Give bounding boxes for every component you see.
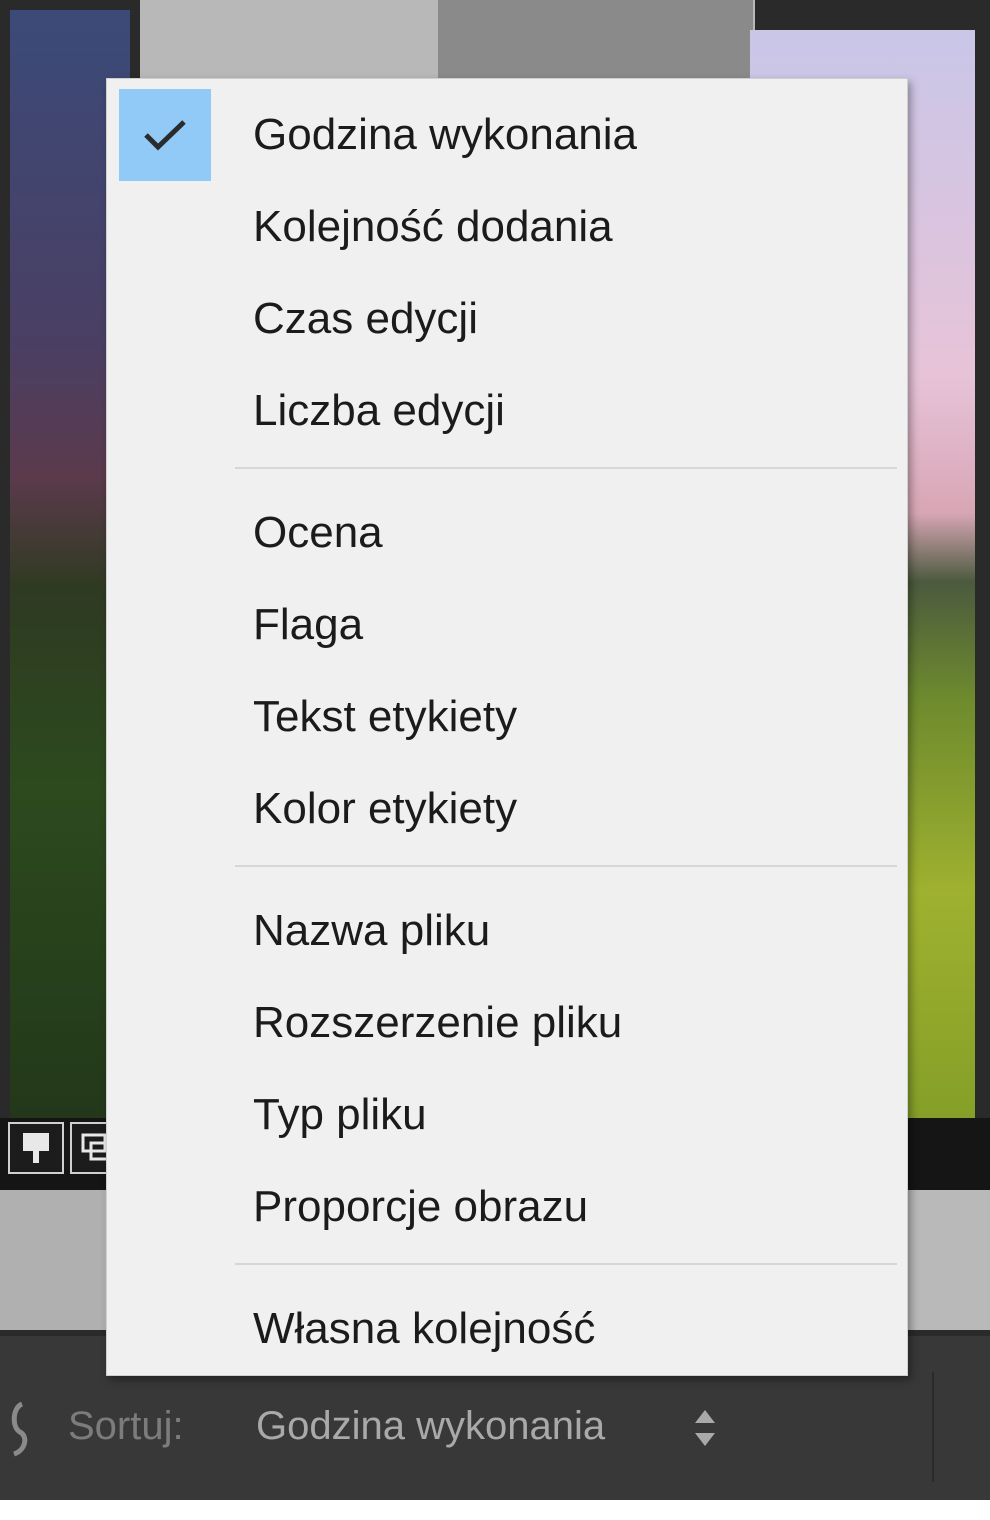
menu-item[interactable]: Nazwa pliku	[107, 885, 907, 977]
menu-item-label: Liczba edycji	[253, 386, 505, 435]
photo-thumbnail-top-dark[interactable]	[438, 0, 753, 78]
menu-item-label: Rozszerzenie pliku	[253, 998, 623, 1047]
menu-item-label: Nazwa pliku	[253, 906, 491, 955]
up-down-arrows-icon[interactable]	[690, 1406, 720, 1450]
menu-item-label: Własna kolejność	[253, 1304, 596, 1353]
menu-item-label: Tekst etykiety	[253, 692, 518, 741]
filmstrip-left-cell	[0, 1190, 105, 1330]
menu-separator	[235, 467, 897, 469]
menu-separator	[235, 865, 897, 867]
menu-item[interactable]: Ocena	[107, 487, 907, 579]
menu-item[interactable]: Czas edycji	[107, 273, 907, 365]
sort-direction-icon[interactable]	[4, 1398, 34, 1458]
menu-item[interactable]: Liczba edycji	[107, 365, 907, 457]
menu-separator	[235, 1263, 897, 1265]
menu-item[interactable]: Flaga	[107, 579, 907, 671]
menu-item[interactable]: Typ pliku	[107, 1069, 907, 1161]
menu-item[interactable]: Kolejność dodania	[107, 181, 907, 273]
menu-item-label: Ocena	[253, 508, 383, 557]
toolbar-divider	[932, 1372, 934, 1482]
menu-item-label: Proporcje obrazu	[253, 1182, 589, 1231]
menu-item[interactable]: Kolor etykiety	[107, 763, 907, 855]
menu-item-label: Typ pliku	[253, 1090, 427, 1139]
menu-item-label: Flaga	[253, 600, 364, 649]
sort-label: Sortuj:	[68, 1404, 184, 1448]
menu-item[interactable]: Własna kolejność	[107, 1283, 907, 1375]
menu-item[interactable]: Proporcje obrazu	[107, 1161, 907, 1253]
check-icon	[119, 89, 211, 181]
menu-item-label: Czas edycji	[253, 294, 478, 343]
sort-dropdown[interactable]: Godzina wykonania	[256, 1404, 605, 1449]
flag-icon[interactable]	[8, 1122, 64, 1174]
menu-item[interactable]: Rozszerzenie pliku	[107, 977, 907, 1069]
menu-item-label: Godzina wykonania	[253, 110, 638, 159]
menu-item-label: Kolor etykiety	[253, 784, 518, 833]
menu-item[interactable]: Tekst etykiety	[107, 671, 907, 763]
menu-item-label: Kolejność dodania	[253, 202, 613, 251]
menu-item[interactable]: Godzina wykonania	[107, 89, 907, 181]
sort-menu: Godzina wykonania Kolejność dodania Czas e…	[106, 78, 908, 1376]
